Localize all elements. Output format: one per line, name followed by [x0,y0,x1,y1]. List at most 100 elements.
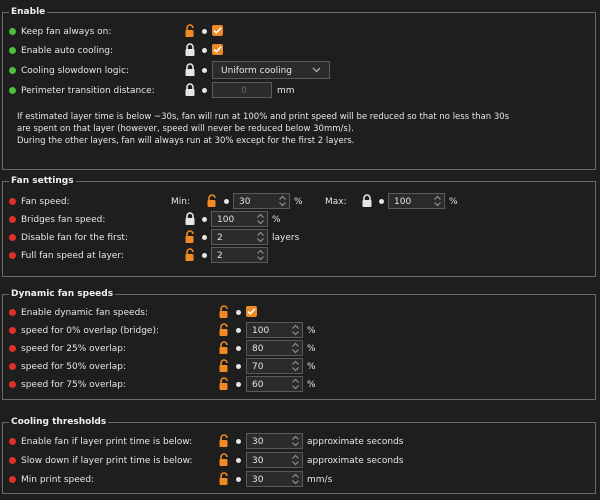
overlap-input[interactable]: 60 [246,376,303,392]
fan-speed-max-input[interactable]: 100 [388,193,445,209]
threshold-input[interactable]: 30 [246,433,303,449]
overlap-unit: % [307,326,316,336]
threshold-value: 30 [252,475,264,485]
perimeter-value: 0 [241,86,247,96]
spinner-icon[interactable] [291,324,300,336]
spinner-icon[interactable] [291,360,300,372]
locked-lock-icon[interactable] [183,43,197,57]
spinner-icon[interactable] [256,231,265,243]
full-speed-input[interactable]: 2 [211,247,268,263]
chevron-down-icon [312,67,321,73]
spinner-icon[interactable] [291,473,300,485]
disable-fan-label: Disable fan for the first: [21,233,128,243]
threshold-input[interactable]: 30 [246,452,303,468]
fan-speed-min-input[interactable]: 30 [233,193,290,209]
unlocked-lock-icon[interactable] [217,305,231,319]
bullet-icon[interactable] [202,235,207,240]
spinner-icon[interactable] [291,435,300,447]
bullet-icon[interactable] [202,68,207,73]
unlocked-lock-icon[interactable] [183,24,197,38]
modified-value-dot [9,457,16,464]
bullet-icon[interactable] [236,310,241,315]
threshold-row: Enable fan if layer print time is below:… [9,433,589,451]
bullet-icon[interactable] [202,48,207,53]
bullet-icon[interactable] [379,199,384,204]
system-value-dot [9,28,16,35]
overlap-value: 100 [252,326,270,336]
bullet-icon[interactable] [202,253,207,258]
spinner-icon[interactable] [278,195,287,207]
overlap-label: speed for 25% overlap: [21,344,126,354]
spinner-icon[interactable] [433,195,442,207]
modified-value-dot [9,252,16,259]
enable-dynamic-checkbox[interactable] [246,306,257,317]
overlap-input[interactable]: 80 [246,340,303,356]
slowdown-select-value: Uniform cooling [221,66,293,76]
unlocked-lock-icon[interactable] [183,230,197,244]
locked-lock-icon[interactable] [183,212,197,226]
auto-cooling-label: Enable auto cooling: [21,46,114,56]
keep-fan-checkbox[interactable] [212,25,223,36]
bullet-icon[interactable] [236,328,241,333]
unlocked-lock-icon[interactable] [217,377,231,391]
fan-settings-section: Fan settings Fan speed: Min: 30 % Max: 1… [2,175,596,277]
perimeter-input[interactable]: 0 [212,82,272,98]
keep-fan-row: Keep fan always on: [9,23,589,41]
spinner-icon[interactable] [291,342,300,354]
auto-cooling-row: Enable auto cooling: [9,42,589,60]
bullet-icon[interactable] [202,88,207,93]
bullet-icon[interactable] [236,382,241,387]
keep-fan-label: Keep fan always on: [21,27,112,37]
slowdown-select[interactable]: Uniform cooling [212,61,330,79]
disable-fan-row: Disable fan for the first: 2 layers [9,229,589,247]
spinner-icon[interactable] [256,249,265,261]
unlocked-lock-icon[interactable] [217,359,231,373]
bullet-icon[interactable] [236,346,241,351]
spinner-icon[interactable] [291,378,300,390]
locked-lock-icon[interactable] [183,63,197,77]
overlap-unit: % [307,362,316,372]
disable-fan-value: 2 [217,233,223,243]
bullet-icon[interactable] [202,217,207,222]
threshold-label: Enable fan if layer print time is below: [21,437,193,447]
threshold-unit: approximate seconds [307,456,404,466]
auto-cooling-checkbox[interactable] [212,44,223,55]
modified-value-dot [9,438,16,445]
overlap-row: speed for 50% overlap: 70 % [9,358,589,376]
locked-lock-icon[interactable] [183,83,197,97]
unlocked-lock-icon[interactable] [205,194,219,208]
threshold-value: 30 [252,456,264,466]
unlocked-lock-icon[interactable] [183,248,197,262]
bullet-icon[interactable] [236,458,241,463]
overlap-label: speed for 75% overlap: [21,380,126,390]
spinner-icon[interactable] [256,213,265,225]
unlocked-lock-icon[interactable] [217,453,231,467]
threshold-unit: approximate seconds [307,437,404,447]
bridges-fan-unit: % [272,215,281,225]
spinner-icon[interactable] [291,454,300,466]
fan-speed-min-label: Min: [171,197,191,207]
bridges-fan-input[interactable]: 100 [211,211,268,227]
perimeter-label: Perimeter transition distance: [21,86,155,96]
modified-value-dot [9,327,16,334]
modified-value-dot [9,345,16,352]
unlocked-lock-icon[interactable] [217,341,231,355]
overlap-input[interactable]: 70 [246,358,303,374]
cooling-description-line-2: are spent on that layer (however, speed … [17,124,354,134]
bullet-icon[interactable] [236,364,241,369]
bullet-icon[interactable] [236,439,241,444]
threshold-input[interactable]: 30 [246,471,303,487]
locked-lock-icon[interactable] [360,194,374,208]
overlap-unit: % [307,380,316,390]
perimeter-row: Perimeter transition distance: 0 mm [9,82,589,100]
bullet-icon[interactable] [202,29,207,34]
unlocked-lock-icon[interactable] [217,434,231,448]
bullet-icon[interactable] [236,477,241,482]
enable-section-title: Enable [9,6,48,18]
perimeter-unit: mm [277,86,295,96]
unlocked-lock-icon[interactable] [217,472,231,486]
disable-fan-input[interactable]: 2 [211,229,268,245]
unlocked-lock-icon[interactable] [217,323,231,337]
bullet-icon[interactable] [224,199,229,204]
overlap-input[interactable]: 100 [246,322,303,338]
